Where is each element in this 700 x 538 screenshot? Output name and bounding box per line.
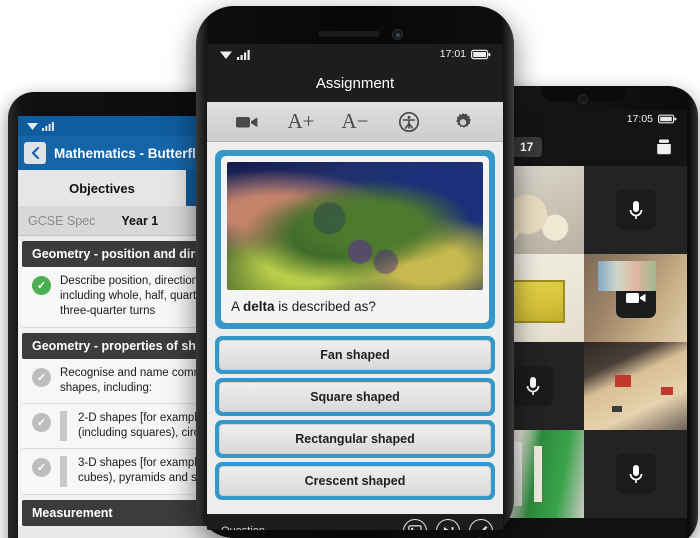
spec-value[interactable]: Year 1 [121, 214, 158, 228]
center-toolbar: A+ A− [207, 102, 503, 142]
grid-item-video[interactable] [584, 254, 687, 342]
check-icon[interactable]: ✓ [32, 458, 51, 478]
check-icon[interactable]: ✓ [32, 367, 51, 387]
question-card: A delta is described as? [215, 150, 495, 329]
page-title: Mathematics - Butterflies [54, 145, 215, 161]
skip-next-icon[interactable] [436, 519, 460, 530]
earpiece-speaker [318, 31, 380, 37]
wifi-icon [219, 49, 233, 60]
answer-option-label[interactable]: Square shaped [219, 382, 491, 412]
answer-option-label[interactable]: Fan shaped [219, 340, 491, 370]
question-text: A delta is described as? [227, 290, 483, 319]
center-bottom-bar: Question [207, 514, 503, 530]
answer-option-label[interactable]: Crescent shaped [219, 466, 491, 496]
center-nav-bar: Assignment [207, 64, 503, 102]
check-icon[interactable] [469, 519, 493, 530]
archive-box-icon[interactable] [653, 136, 675, 158]
question-text-bold: delta [243, 299, 275, 314]
question-text-prefix: A [231, 299, 244, 314]
wifi-icon [26, 121, 39, 131]
question-inner: A delta is described as? [221, 156, 489, 323]
answer-option[interactable]: Rectangular shaped [215, 420, 495, 458]
objective-text: Recognise and name comm shapes, including… [60, 366, 204, 394]
answer-option-label[interactable]: Rectangular shaped [219, 424, 491, 454]
battery-icon [658, 114, 677, 124]
objective-text: 3-D shapes [for example, c cubes), pyrami… [78, 457, 216, 485]
grid-item-photo[interactable] [584, 342, 687, 430]
item-count-badge: 17 [511, 137, 543, 157]
grid-item-audio[interactable] [584, 166, 687, 254]
check-icon[interactable]: ✓ [32, 412, 51, 432]
battery-icon [471, 49, 491, 60]
signal-bars-icon [42, 121, 55, 131]
screenshot-stage: Mathematics - Butterflies Objectives GCS… [0, 0, 700, 538]
image-icon[interactable] [403, 519, 427, 530]
status-time: 17:05 [626, 113, 653, 125]
grid-item-audio[interactable] [584, 430, 687, 518]
river-delta-satellite-image[interactable] [227, 162, 483, 290]
bottom-bar-label: Question [221, 525, 265, 530]
center-phone-screen: 17:01 Assignment A+ A− A delta is descri… [207, 44, 503, 530]
front-camera-icon [392, 29, 403, 40]
tab-objectives[interactable]: Objectives [18, 170, 186, 206]
check-icon[interactable]: ✓ [32, 276, 51, 295]
center-phone-device: 17:01 Assignment A+ A− A delta is descri… [196, 6, 514, 538]
objective-text: 2-D shapes [for example, r (including squ… [78, 411, 214, 440]
gear-icon[interactable] [448, 107, 478, 137]
indent-bar [60, 456, 67, 487]
assignment-content: A delta is described as? Fan shaped Squa… [207, 142, 503, 514]
indent-bar [60, 410, 67, 442]
answer-option[interactable]: Square shaped [215, 378, 495, 416]
question-text-suffix: is described as? [274, 299, 376, 314]
microphone-icon [512, 366, 553, 406]
center-status-bar: 17:01 [207, 44, 503, 64]
answer-option[interactable]: Crescent shaped [215, 462, 495, 500]
status-time: 17:01 [439, 48, 466, 60]
objective-text: Describe position, direction including wh… [60, 275, 203, 318]
front-camera-icon [578, 94, 588, 104]
video-camera-icon[interactable] [232, 107, 262, 137]
nav-title: Assignment [315, 74, 395, 92]
accessibility-icon[interactable] [394, 107, 424, 137]
answer-option[interactable]: Fan shaped [215, 336, 495, 374]
microphone-icon [615, 454, 656, 494]
back-button[interactable] [24, 142, 46, 164]
spec-label: GCSE Spec [28, 213, 96, 228]
text-decrease-icon[interactable]: A− [340, 107, 370, 137]
video-camera-icon [615, 278, 656, 318]
answer-options: Fan shaped Square shaped Rectangular sha… [215, 336, 495, 500]
signal-bars-icon [237, 49, 251, 60]
text-increase-icon[interactable]: A+ [286, 107, 316, 137]
microphone-icon [615, 190, 656, 230]
